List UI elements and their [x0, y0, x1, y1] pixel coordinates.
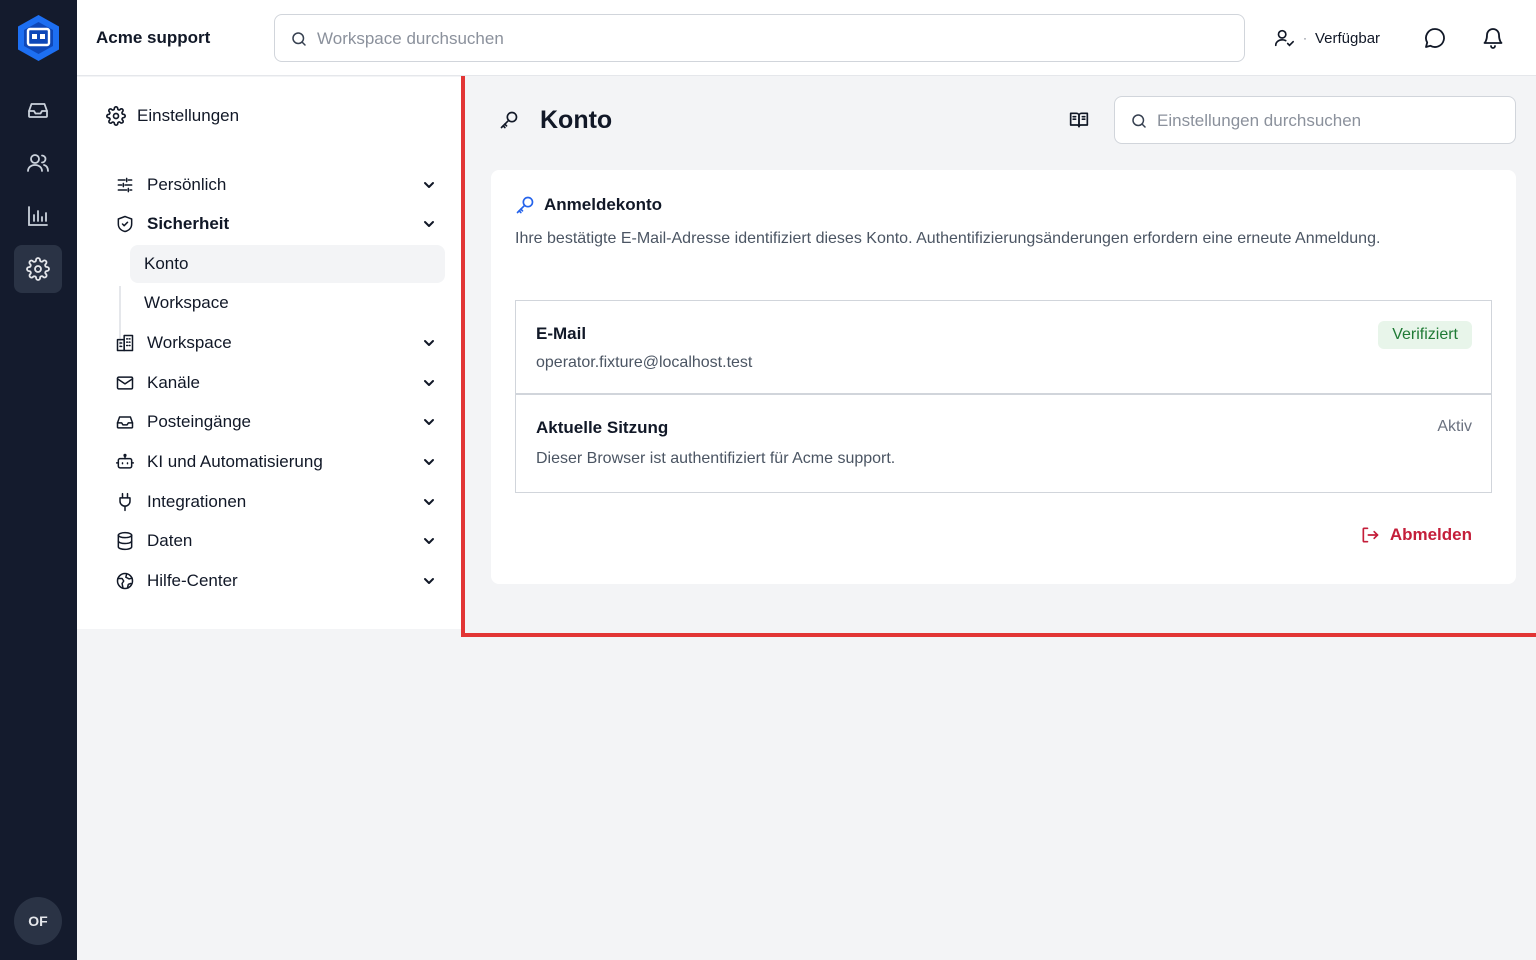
rail-contacts-button[interactable]: [14, 139, 62, 187]
sidebar-item-label: Kanäle: [147, 373, 200, 392]
database-icon: [117, 531, 133, 551]
app-rail: OF: [0, 0, 77, 960]
chevron-down-icon: [424, 340, 434, 346]
rail-reports-button[interactable]: [14, 192, 62, 240]
chevron-down-icon: [424, 182, 434, 188]
users-icon: [27, 154, 49, 172]
sidebar-item-label: Workspace: [147, 333, 232, 352]
rail-inbox-button[interactable]: [14, 86, 62, 134]
page-title: Konto: [540, 106, 613, 134]
sidebar-subitem-workspace[interactable]: Workspace: [130, 284, 445, 322]
chevron-down-icon: [424, 499, 434, 505]
key-icon: [500, 111, 518, 129]
top-header: Acme support · Verfügbar: [77, 0, 1536, 76]
status-separator: ·: [1303, 31, 1307, 45]
sidebar-item-workspace[interactable]: Workspace: [115, 326, 437, 360]
session-label: Aktuelle Sitzung: [536, 418, 669, 437]
user-avatar[interactable]: OF: [14, 897, 62, 945]
sidebar-item-help-center[interactable]: Hilfe-Center: [115, 564, 437, 598]
global-search-box[interactable]: [274, 14, 1245, 62]
sidebar-item-integrations[interactable]: Integrationen: [115, 485, 437, 519]
bell-icon[interactable]: [1481, 26, 1505, 50]
email-value: operator.fixture@localhost.test: [536, 354, 753, 371]
sidebar-item-ai-automation[interactable]: KI und Automatisierung: [115, 445, 437, 479]
rail-settings-button[interactable]: [14, 245, 62, 293]
card-heading-label: Anmeldekonto: [544, 195, 663, 214]
sidebar-item-channels[interactable]: Kanäle: [115, 366, 437, 400]
building-icon: [116, 334, 134, 352]
user-status-icon: [1274, 29, 1294, 47]
settings-title-label: Einstellungen: [137, 106, 240, 125]
sidebar-item-label: Sicherheit: [147, 214, 230, 233]
inbox-icon: [116, 416, 134, 429]
session-box: Aktuelle Sitzung Dieser Browser ist auth…: [515, 394, 1492, 493]
card-heading: Anmeldekonto: [515, 195, 662, 215]
settings-sidebar: Einstellungen Persönlich Sicherheit Kont…: [77, 77, 461, 629]
global-search-input[interactable]: [317, 27, 1217, 51]
chevron-down-icon: [424, 419, 434, 425]
sidebar-item-inboxes[interactable]: Posteingänge: [115, 405, 437, 439]
sidebar-item-label: Posteingänge: [147, 412, 251, 431]
logout-icon: [1362, 527, 1379, 543]
sidebar-item-personal[interactable]: Persönlich: [115, 168, 437, 202]
sidebar-item-data[interactable]: Daten: [115, 524, 437, 558]
bar-chart-icon: [28, 206, 48, 226]
search-icon: [292, 32, 306, 46]
sidebar-item-label: Daten: [147, 531, 193, 550]
chevron-down-icon: [424, 221, 434, 227]
card-description: Ihre bestätigte E-Mail-Adresse identifiz…: [515, 230, 1381, 247]
chevron-down-icon: [424, 538, 434, 544]
logout-label: Abmelden: [1389, 525, 1472, 544]
search-icon: [1132, 114, 1146, 128]
sidebar-item-label: KI und Automatisierung: [147, 452, 323, 471]
email-box: E-Mail operator.fixture@localhost.test V…: [515, 300, 1492, 394]
shield-icon: [117, 215, 133, 233]
chevron-down-icon: [424, 380, 434, 386]
globe-icon: [116, 572, 134, 590]
sidebar-item-security[interactable]: Sicherheit: [115, 207, 437, 241]
sidebar-item-label: Hilfe-Center: [147, 571, 238, 590]
settings-search-input[interactable]: [1157, 109, 1497, 133]
workspace-name: Acme support: [96, 28, 211, 47]
session-value: Dieser Browser ist authentifiziert für A…: [536, 450, 896, 467]
chevron-down-icon: [424, 459, 434, 465]
mail-icon: [116, 376, 134, 390]
inbox-icon: [28, 103, 48, 118]
email-label: E-Mail: [536, 324, 587, 343]
app-logo[interactable]: [16, 14, 61, 62]
sidebar-item-label: Integrationen: [147, 492, 247, 511]
gear-icon: [106, 106, 126, 126]
verified-badge: Verifiziert: [1378, 321, 1472, 349]
account-card: Anmeldekonto Ihre bestätigte E-Mail-Adre…: [491, 170, 1516, 584]
key-icon: [516, 196, 534, 214]
chevron-down-icon: [424, 578, 434, 584]
logout-button[interactable]: Abmelden: [1360, 525, 1472, 545]
settings-search-box[interactable]: [1114, 96, 1516, 144]
chat-icon[interactable]: [1423, 26, 1447, 50]
sliders-icon: [117, 177, 133, 193]
availability-toggle[interactable]: · Verfügbar: [1273, 27, 1380, 49]
settings-title: Einstellungen: [106, 106, 239, 126]
session-status: Aktiv: [1437, 418, 1472, 435]
plug-icon: [119, 492, 131, 512]
sidebar-item-label: Persönlich: [147, 175, 227, 194]
sidebar-subitem-konto[interactable]: Konto: [130, 245, 445, 283]
bot-icon: [115, 453, 135, 469]
gear-icon: [26, 257, 50, 281]
docs-book-icon[interactable]: [1069, 110, 1089, 130]
status-label: Verfügbar: [1315, 29, 1381, 47]
